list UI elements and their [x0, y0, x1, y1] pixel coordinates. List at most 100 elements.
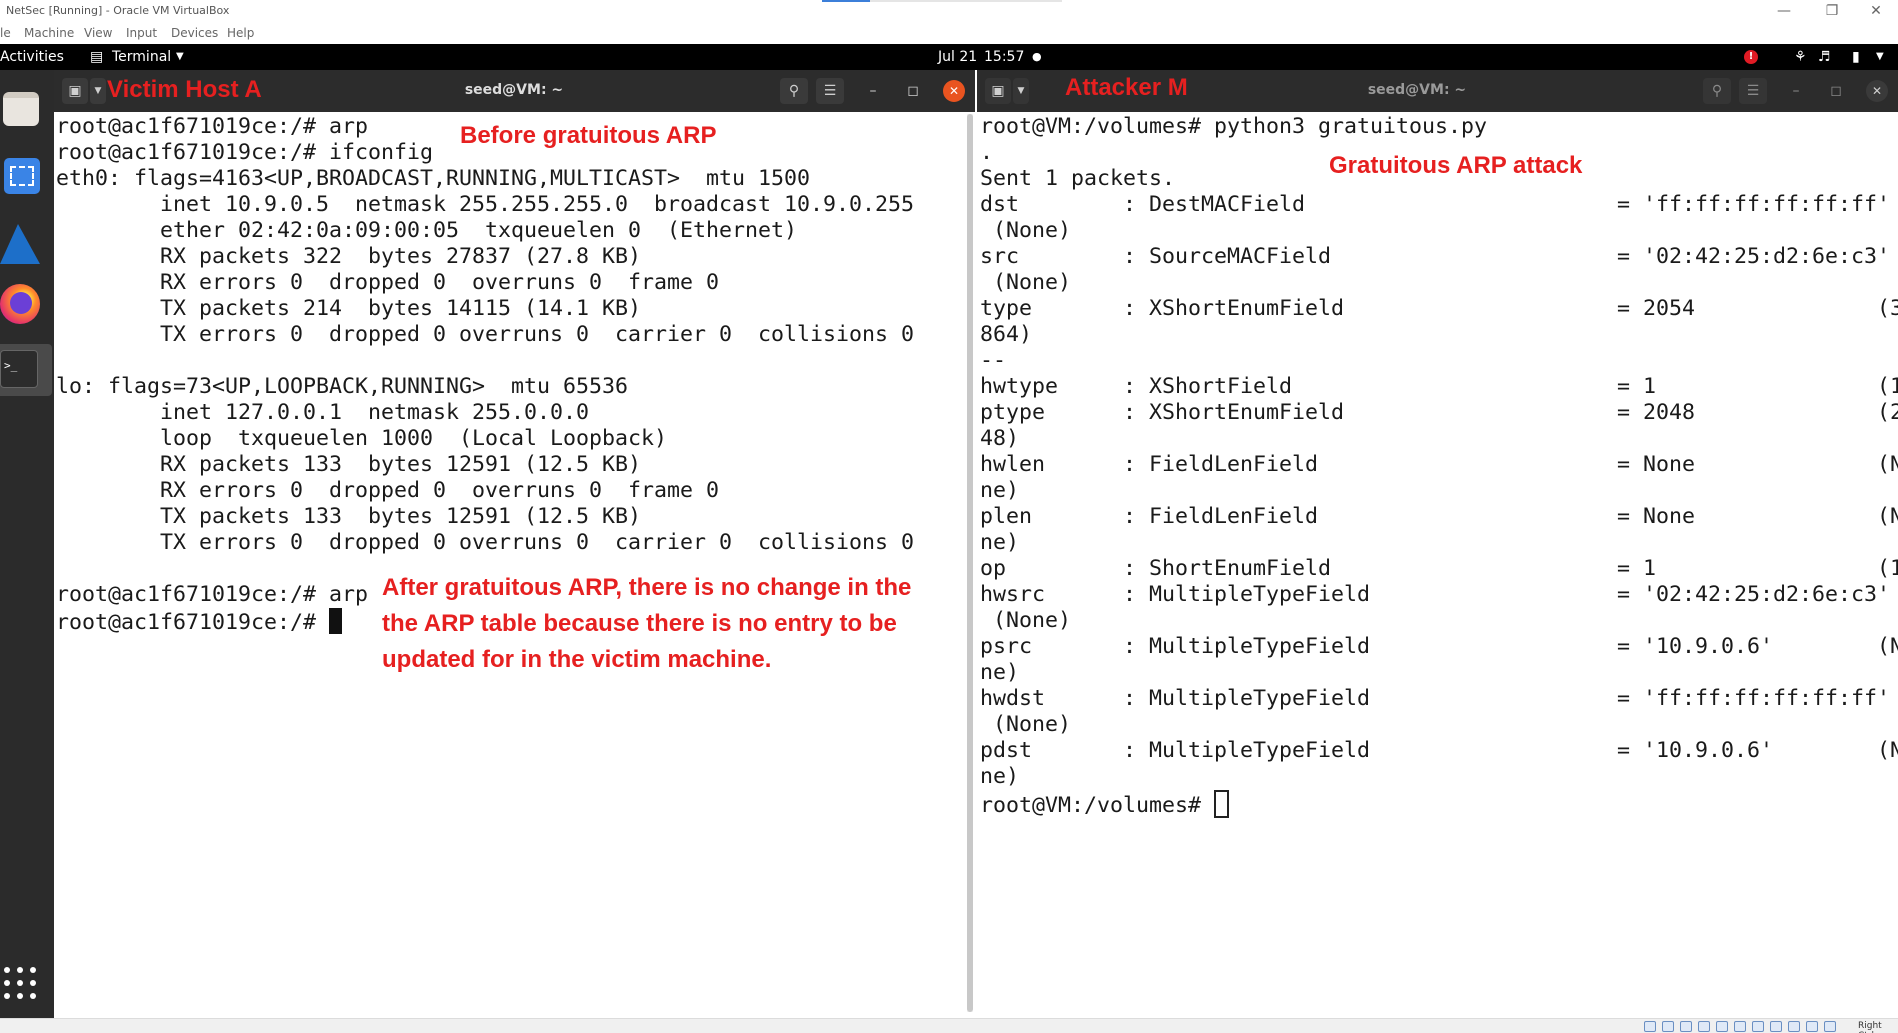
minimize-icon[interactable]: – — [1787, 82, 1805, 100]
terminal-output[interactable]: root@ac1f671019ce:/# arp root@ac1f671019… — [54, 112, 975, 1018]
term-line: (None) — [980, 608, 1072, 633]
activities-button[interactable]: Activities — [0, 49, 64, 65]
term-line: (None) — [980, 218, 1072, 243]
notification-dot-icon: ● — [1032, 50, 1042, 63]
annotation-after-line: updated for in the victim machine. — [382, 646, 772, 673]
hdd-icon[interactable] — [1644, 1021, 1656, 1032]
term-line: RX errors 0 dropped 0 overruns 0 frame 0 — [56, 478, 720, 503]
hamburger-menu-icon[interactable]: ☰ — [1739, 78, 1767, 104]
gnome-topbar: Activities ▤ Terminal ▼ Jul 21 15:57 ● !… — [0, 44, 1898, 70]
vbox-close-button[interactable]: ✕ — [1856, 1, 1896, 21]
terminal-icon[interactable]: >_ — [0, 344, 52, 396]
menu-help[interactable]: Help — [227, 26, 254, 40]
annotation-attack: Gratuitous ARP attack — [1329, 152, 1583, 179]
new-tab-menu-chevron-icon[interactable]: ▼ — [1013, 78, 1029, 104]
term-line: root@ac1f671019ce:/# arp — [56, 114, 369, 139]
term-line: psrc : MultipleTypeField = '10.9.0.6' (N… — [980, 634, 1898, 659]
network-icon[interactable]: ⚘ — [1794, 49, 1807, 65]
term-line: (None) — [980, 270, 1072, 295]
vbox-titlebar: NetSec [Running] - Oracle VM VirtualBox … — [0, 0, 1898, 22]
keyboard-icon[interactable] — [1824, 1021, 1836, 1032]
term-line: Sent 1 packets. — [980, 166, 1176, 191]
term-line: root@VM:/volumes# python3 gratuitous.py — [980, 114, 1488, 139]
term-line: src : SourceMACField = '02:42:25:d2:6e:c… — [980, 244, 1891, 269]
system-menu-chevron-icon[interactable]: ▼ — [1876, 51, 1884, 62]
optical-drive-icon[interactable] — [1662, 1021, 1674, 1032]
terminal-window-victim[interactable]: ▣ ▼ Victim Host A seed@VM: ~ ⚲ ☰ – ◻ ✕ r… — [54, 70, 975, 1018]
annotation-after: After gratuitous ARP, there is no change… — [382, 570, 911, 678]
mouse-integration-icon[interactable] — [1806, 1021, 1818, 1032]
vbox-restore-button[interactable]: ❐ — [1812, 1, 1852, 21]
dock: >_ — [0, 70, 54, 1018]
battery-icon[interactable]: ▮ — [1852, 49, 1860, 65]
menu-input[interactable]: Input — [126, 26, 157, 40]
term-line: root@ac1f671019ce:/# ifconfig — [56, 140, 434, 165]
display-icon[interactable] — [1752, 1021, 1764, 1032]
search-icon[interactable]: ⚲ — [1703, 78, 1731, 104]
usb-icon[interactable] — [1716, 1021, 1728, 1032]
screenshot-icon[interactable] — [0, 152, 46, 204]
term-line: dst : DestMACField = 'ff:ff:ff:ff:ff:ff' — [980, 192, 1891, 217]
menu-devices[interactable]: Devices — [171, 26, 218, 40]
term-line: (None) — [980, 712, 1072, 737]
term-line: inet 10.9.0.5 netmask 255.255.255.0 broa… — [56, 192, 915, 217]
network-adapter-icon[interactable] — [1698, 1021, 1710, 1032]
term-line: hwlen : FieldLenField = None (No — [980, 452, 1898, 477]
term-line: ne) — [980, 530, 1020, 555]
terminal-output-text: root@VM:/volumes# python3 gratuitous.py … — [980, 114, 1898, 819]
term-line: pdst : MultipleTypeField = '10.9.0.6' (N… — [980, 738, 1898, 763]
vbox-minimize-button[interactable]: — — [1764, 1, 1804, 21]
vbox-device-icons — [1644, 1021, 1844, 1033]
term-line: inet 127.0.0.1 netmask 255.0.0.0 — [56, 400, 590, 425]
app-menu-label[interactable]: Terminal — [112, 49, 171, 65]
victim-host-label: Victim Host A — [107, 76, 262, 103]
firefox-icon[interactable] — [0, 280, 46, 332]
term-prompt: root@ac1f671019ce:/# — [56, 610, 330, 635]
new-tab-icon[interactable]: ▣ — [62, 78, 88, 104]
alert-badge-icon[interactable]: ! — [1744, 50, 1758, 64]
term-line: RX packets 322 bytes 27837 (27.8 KB) — [56, 244, 642, 269]
new-tab-icon[interactable]: ▣ — [985, 78, 1011, 104]
audio-icon[interactable] — [1680, 1021, 1692, 1032]
cpu-icon[interactable] — [1788, 1021, 1800, 1032]
search-icon[interactable]: ⚲ — [780, 78, 808, 104]
terminal-output-text: root@ac1f671019ce:/# arp root@ac1f671019… — [56, 114, 914, 636]
maximize-icon[interactable]: ◻ — [904, 82, 922, 100]
host-key-label: Right Ctrl — [1858, 1021, 1882, 1033]
maximize-icon[interactable]: ◻ — [1827, 82, 1845, 100]
term-prompt: root@VM:/volumes# — [980, 793, 1215, 818]
terminal-headerbar: ▣ ▼ Attacker M seed@VM: ~ ⚲ ☰ – ◻ ✕ — [977, 70, 1898, 112]
close-icon[interactable]: ✕ — [1866, 80, 1888, 102]
terminal-output[interactable]: root@VM:/volumes# python3 gratuitous.py … — [977, 112, 1898, 1018]
terminal-title: seed@VM: ~ — [1367, 82, 1467, 98]
vbox-window-title: NetSec [Running] - Oracle VM VirtualBox — [6, 4, 230, 17]
terminal-glyph: >_ — [0, 350, 38, 388]
recording-icon[interactable] — [1770, 1021, 1782, 1032]
show-apps-icon[interactable] — [4, 967, 36, 999]
vbox-statusbar: Right Ctrl — [0, 1018, 1898, 1033]
hamburger-menu-icon[interactable]: ☰ — [816, 78, 844, 104]
volume-icon[interactable]: ♬ — [1818, 49, 1831, 65]
menu-view[interactable]: View — [84, 26, 112, 40]
menu-machine[interactable]: Machine — [24, 26, 74, 40]
date-label[interactable]: Jul 21 — [938, 49, 977, 65]
term-line: ne) — [980, 764, 1020, 789]
wireshark-icon[interactable] — [0, 218, 46, 270]
term-line: . — [980, 140, 994, 165]
time-label[interactable]: 15:57 — [984, 49, 1024, 65]
terminal-cursor — [1214, 790, 1230, 818]
terminal-app-menu-icon[interactable]: ▤ — [90, 49, 103, 65]
minimize-icon[interactable]: – — [864, 82, 882, 100]
new-tab-menu-chevron-icon[interactable]: ▼ — [90, 78, 106, 104]
shared-folders-icon[interactable] — [1734, 1021, 1746, 1032]
term-line: ne) — [980, 478, 1020, 503]
term-line: RX errors 0 dropped 0 overruns 0 frame 0 — [56, 270, 720, 295]
term-line: hwtype : XShortField = 1 (1) — [980, 374, 1898, 399]
close-icon[interactable]: ✕ — [943, 80, 965, 102]
menu-file[interactable]: le — [0, 26, 11, 40]
files-icon[interactable] — [0, 84, 46, 136]
terminal-window-attacker[interactable]: ▣ ▼ Attacker M seed@VM: ~ ⚲ ☰ – ◻ ✕ root… — [977, 70, 1898, 1018]
chevron-down-icon[interactable]: ▼ — [176, 51, 184, 62]
annotation-after-line: the ARP table because there is no entry … — [382, 610, 897, 637]
scrollbar-thumb[interactable] — [967, 114, 973, 1012]
